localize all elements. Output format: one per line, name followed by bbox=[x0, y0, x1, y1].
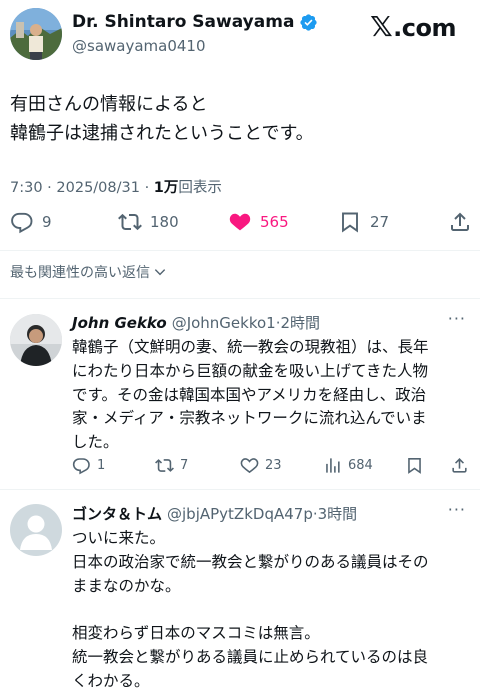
tweet-metadata: 7:30 · 2025/08/31 · 1万回表示 bbox=[10, 176, 222, 197]
reply-icon bbox=[11, 212, 33, 234]
retweet-icon bbox=[118, 213, 142, 231]
like-count: 565 bbox=[260, 213, 289, 231]
heart-icon bbox=[240, 458, 259, 474]
bookmark-icon bbox=[342, 212, 358, 233]
reply-text-blank-line bbox=[72, 598, 429, 622]
author-handle[interactable]: @sawayama0410 bbox=[72, 37, 206, 55]
reply-avatar[interactable] bbox=[10, 504, 62, 556]
tweet-text: 有田さんの情報によると 韓鶴子は逮捕されたということです。 bbox=[10, 90, 314, 148]
reply-text: 韓鶴子（文鮮明の妻、統一教会の現教祖）は、長年 にわたり日本から巨額の献金を吸い… bbox=[72, 336, 429, 455]
reply-text-line: ついに来た。 bbox=[72, 529, 166, 547]
bookmark-button[interactable] bbox=[405, 456, 424, 475]
default-avatar-icon bbox=[10, 504, 62, 556]
avatar-photo bbox=[10, 314, 62, 366]
tweet-action-bar: 9 180 565 27 bbox=[0, 210, 480, 240]
reply-text-line: した。 bbox=[72, 433, 119, 452]
like-button[interactable]: 23 bbox=[240, 456, 282, 475]
reply-text: ついに来た。 日本の政治家で統一教会と繋がりのある議員はその ままなのかな。 相… bbox=[72, 527, 429, 689]
reply-text-line: くわかる。 bbox=[72, 671, 150, 689]
reply-author-handle[interactable]: @jbjAPytZkDqA47p bbox=[167, 505, 313, 523]
reply-text-line: ままなのかな。 bbox=[72, 576, 181, 595]
chevron-down-icon bbox=[154, 269, 166, 276]
reply-header: ゴンタ＆トム @jbjAPytZkDqA47p ·3時間 bbox=[72, 503, 357, 524]
x-logo-icon: 𝕏 bbox=[370, 10, 393, 43]
more-options-icon[interactable]: ··· bbox=[448, 500, 466, 519]
reply-text-line: 家・メディア・宗教ネットワークに流れ込んでいま bbox=[72, 409, 427, 428]
reply-text-line: 統一教会と繋がりある議員に止められているのは良 bbox=[72, 647, 429, 666]
view-count: 1万 bbox=[153, 180, 179, 196]
reply-author-name[interactable]: ゴンタ＆トム bbox=[72, 503, 162, 524]
share-icon bbox=[452, 458, 467, 473]
reply-text-line: 日本の政治家で統一教会と繋がりのある議員はその bbox=[72, 552, 429, 571]
reply-count: 1 bbox=[97, 458, 106, 473]
divider bbox=[0, 250, 480, 251]
like-count: 23 bbox=[265, 458, 282, 473]
reply-avatar[interactable] bbox=[10, 314, 62, 366]
retweet-button[interactable]: 180 bbox=[118, 210, 179, 234]
reply-icon bbox=[72, 458, 90, 475]
reply-item[interactable]: John Gekko @JohnGekko1 ·2時間 ··· 韓鶴子（文鮮明の… bbox=[0, 299, 480, 489]
reply-item[interactable]: ゴンタ＆トム @jbjAPytZkDqA47p ·3時間 ··· ついに来た。 … bbox=[0, 490, 480, 689]
verified-badge-icon bbox=[300, 13, 318, 31]
reply-text-line: 相変わらず日本のマスコミは無言。 bbox=[72, 624, 320, 643]
reply-time[interactable]: ·3時間 bbox=[313, 503, 357, 524]
heart-filled-icon bbox=[229, 213, 251, 231]
x-com-watermark: 𝕏 .com bbox=[370, 10, 456, 43]
reply-header: John Gekko @JohnGekko1 ·2時間 bbox=[72, 312, 320, 333]
avatar-photo bbox=[10, 8, 62, 60]
reply-author-name[interactable]: John Gekko bbox=[72, 314, 167, 332]
share-icon bbox=[451, 212, 469, 231]
tweet-timestamp[interactable]: 7:30 · 2025/08/31 · bbox=[10, 180, 154, 196]
more-options-icon[interactable]: ··· bbox=[448, 309, 466, 328]
reply-button[interactable]: 9 bbox=[10, 210, 52, 234]
retweet-count: 180 bbox=[150, 213, 179, 231]
reply-text-line: 韓鶴子（文鮮明の妻、統一教会の現教祖）は、長年 bbox=[72, 338, 429, 356]
reply-author-handle[interactable]: @JohnGekko1 bbox=[172, 314, 276, 332]
author-avatar[interactable] bbox=[10, 8, 62, 60]
retweet-icon bbox=[155, 459, 174, 472]
reply-action-bar: 1 7 23 684 bbox=[0, 456, 480, 480]
reply-sort-label: 最も関連性の高い返信 bbox=[10, 265, 150, 281]
x-com-suffix: .com bbox=[393, 14, 456, 42]
view-count: 684 bbox=[348, 458, 373, 473]
views-button[interactable]: 684 bbox=[323, 456, 373, 475]
retweet-button[interactable]: 7 bbox=[155, 456, 188, 475]
bookmark-button[interactable]: 27 bbox=[338, 210, 389, 234]
like-button[interactable]: 565 bbox=[228, 210, 289, 234]
reply-time[interactable]: ·2時間 bbox=[276, 312, 320, 333]
author-name[interactable]: Dr. Shintaro Sawayama bbox=[72, 12, 318, 32]
retweet-count: 7 bbox=[180, 458, 189, 473]
bookmark-icon bbox=[408, 457, 421, 474]
share-button[interactable] bbox=[448, 210, 472, 234]
author-name-text[interactable]: Dr. Shintaro Sawayama bbox=[72, 12, 294, 32]
reply-button[interactable]: 1 bbox=[72, 456, 105, 475]
views-chart-icon bbox=[326, 458, 340, 473]
tweet-text-line: 韓鶴子は逮捕されたということです。 bbox=[10, 123, 314, 144]
tweet-text-line: 有田さんの情報によると bbox=[10, 94, 208, 115]
reply-text-line: です。その金は韓国本国やアメリカを経由し、政治 bbox=[72, 385, 427, 404]
view-label: 回表示 bbox=[178, 180, 222, 196]
share-button[interactable] bbox=[450, 456, 469, 475]
reply-sort-dropdown[interactable]: 最も関連性の高い返信 bbox=[10, 262, 167, 282]
bookmark-count: 27 bbox=[370, 213, 390, 231]
reply-text-line: にわたり日本から巨額の献金を吸い上げてきた人物 bbox=[72, 361, 429, 380]
reply-count: 9 bbox=[42, 213, 52, 231]
